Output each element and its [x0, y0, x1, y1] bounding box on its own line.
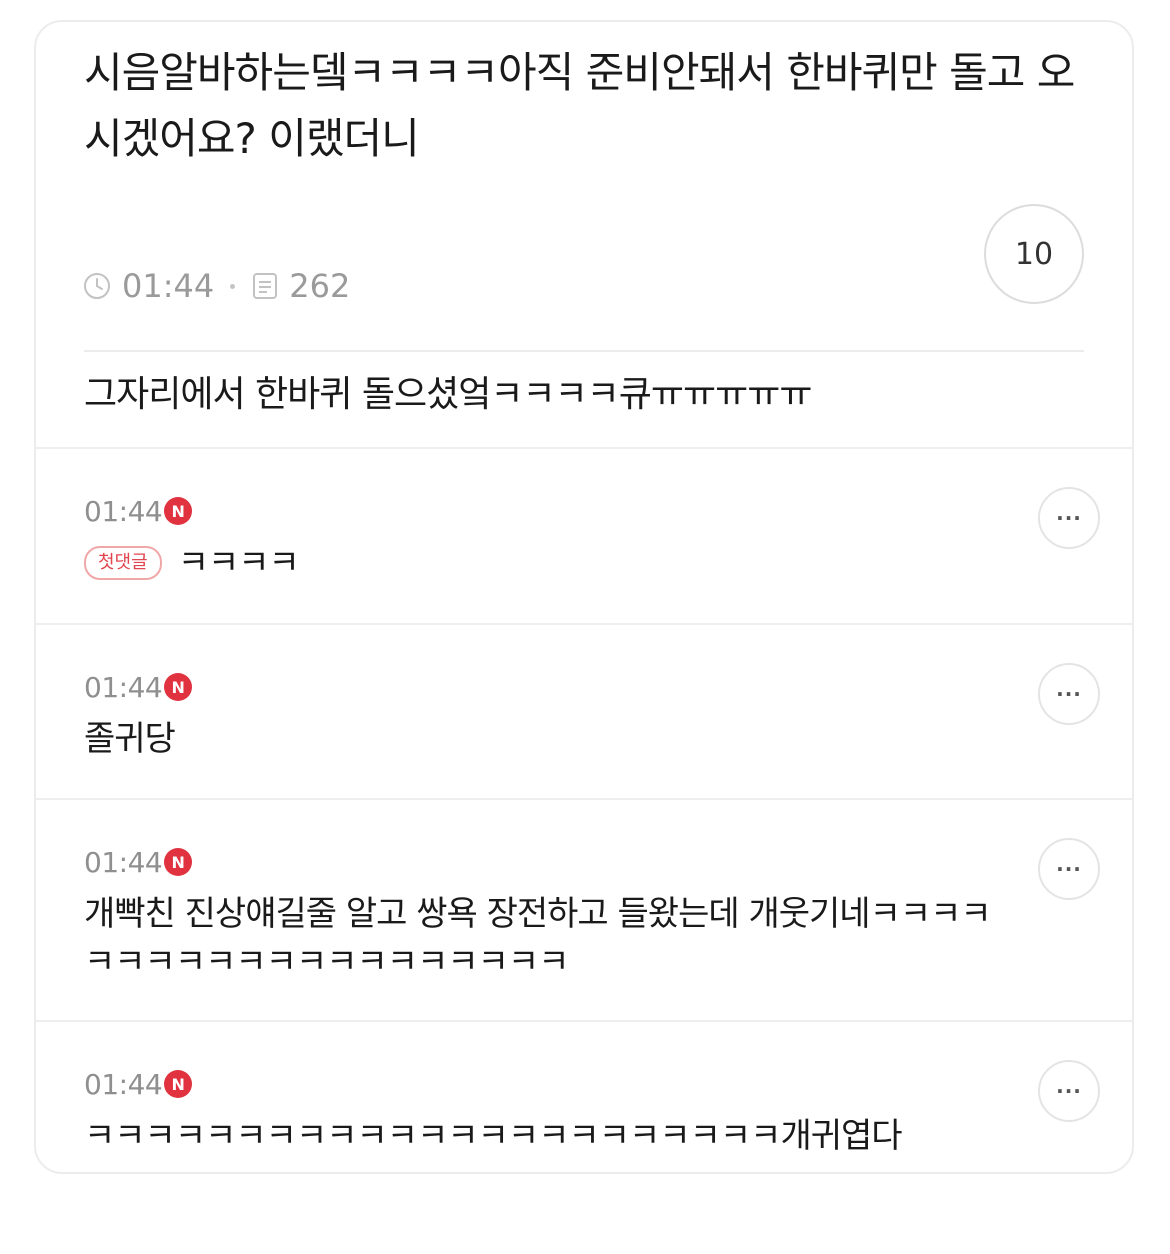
comment-time: 01:44: [84, 494, 163, 528]
comment-text: 개빡친 진상얘길줄 알고 쌍욕 장전하고 들왔는데 개웃기네ㅋㅋㅋㅋㅋㅋㅋㅋㅋㅋ…: [84, 894, 992, 982]
comment-item: 01:44 N ··· 첫댓글 ㅋㅋㅋㅋ: [36, 449, 1132, 625]
comment-text: ㅋㅋㅋㅋ: [177, 543, 300, 583]
post-body: 그자리에서 한바퀴 돌으셨엌ㅋㅋㅋㅋ큐ㅠㅠㅠㅠㅠ: [84, 374, 813, 415]
more-icon[interactable]: ···: [1038, 838, 1100, 900]
new-badge: N: [164, 848, 193, 876]
comment-meta: 01:44 N: [84, 493, 193, 529]
document-icon: [251, 271, 279, 301]
comment-text-row: 첫댓글 ㅋㅋㅋㅋ: [84, 539, 1004, 587]
view-count: 262: [289, 267, 351, 305]
meta-separator: [230, 283, 236, 289]
new-badge: N: [164, 1070, 193, 1098]
comment-item: 01:44 N ··· 개빡친 진상얘길줄 알고 쌍욕 장전하고 들왔는데 개웃…: [36, 800, 1132, 1022]
comment-item: 01:44 N ··· 졸귀당: [36, 625, 1132, 800]
comment-meta: 01:44 N: [84, 669, 193, 705]
comment-item: 01:44 N ··· ㅋㅋㅋㅋㅋㅋㅋㅋㅋㅋㅋㅋㅋㅋㅋㅋㅋㅋㅋㅋㅋㅋㅋ개귀엽다: [36, 1022, 1132, 1172]
comment-time: 01:44: [84, 670, 163, 704]
clock-icon: [82, 271, 112, 301]
first-comment-badge: 첫댓글: [84, 546, 162, 580]
more-icon[interactable]: ···: [1038, 663, 1100, 725]
divider: [84, 350, 1084, 352]
post-meta: 01:44 262: [82, 266, 350, 306]
comment-time: 01:44: [84, 845, 163, 879]
comment-meta: 01:44 N: [84, 844, 193, 880]
post: 시음알바하는뎈ㅋㅋㅋㅋ아직 준비안돼서 한바퀴만 돌고 오시겠어요? 이랬더니 …: [36, 22, 1132, 449]
comment-text: ㅋㅋㅋㅋㅋㅋㅋㅋㅋㅋㅋㅋㅋㅋㅋㅋㅋㅋㅋㅋㅋㅋㅋ개귀엽다: [84, 1116, 903, 1156]
post-time: 01:44: [122, 267, 215, 305]
post-title: 시음알바하는뎈ㅋㅋㅋㅋ아직 준비안돼서 한바퀴만 돌고 오시겠어요? 이랬더니: [84, 48, 1075, 163]
more-icon[interactable]: ···: [1038, 1060, 1100, 1122]
new-badge: N: [164, 497, 193, 525]
new-badge: N: [164, 673, 193, 701]
comment-text: 졸귀당: [84, 719, 176, 759]
comment-count-button[interactable]: 10: [984, 204, 1084, 304]
comment-meta: 01:44 N: [84, 1066, 193, 1102]
comment-time: 01:44: [84, 1067, 163, 1101]
post-card: 시음알바하는뎈ㅋㅋㅋㅋ아직 준비안돼서 한바퀴만 돌고 오시겠어요? 이랬더니 …: [34, 20, 1134, 1174]
more-icon[interactable]: ···: [1038, 487, 1100, 549]
